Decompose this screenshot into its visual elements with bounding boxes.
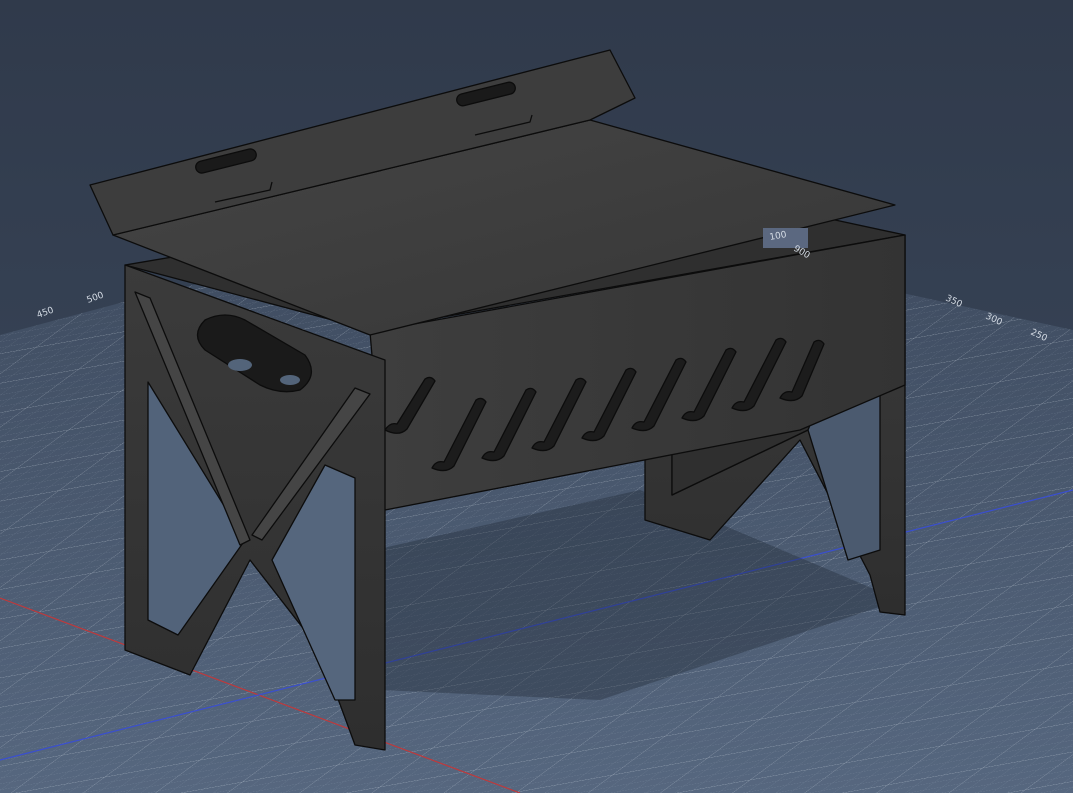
3d-scene[interactable]: 450 500 350 300 250 100 900 — [0, 0, 1073, 793]
cad-viewport[interactable]: 450 500 350 300 250 100 900 — [0, 0, 1073, 793]
